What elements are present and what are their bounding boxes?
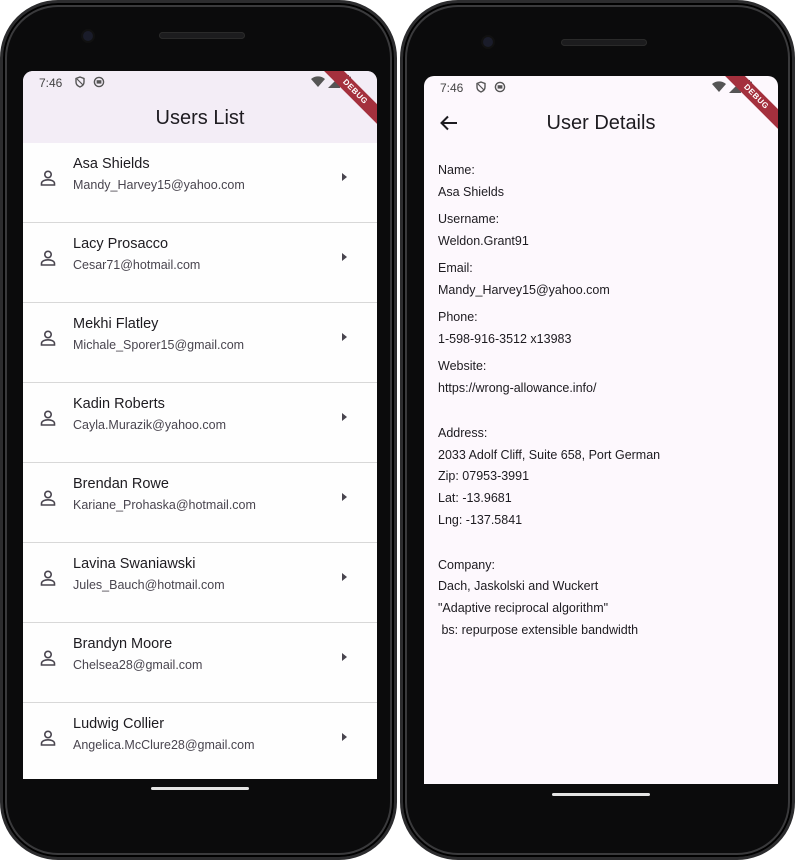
shield-status-icon	[476, 81, 486, 93]
earpiece-speaker	[561, 39, 647, 46]
user-email: Cayla.Murazik@yahoo.com	[73, 418, 227, 432]
person-outline-icon	[40, 650, 56, 666]
arrow-right-icon	[342, 253, 347, 261]
app-bar: 7:46 Users List	[23, 71, 377, 143]
page-title: Users List	[155, 107, 245, 129]
person-outline-icon	[40, 170, 56, 186]
phone-value: 1-598-916-3512 x13983	[438, 332, 572, 346]
arrow-right-icon	[342, 573, 347, 581]
user-email: Angelica.McClure28@gmail.com	[73, 738, 255, 752]
username-label: Username:	[438, 212, 500, 226]
users-list-screen: 7:46 Users List DEBUG Asa Shields Mandy_…	[23, 71, 377, 779]
user-list-item[interactable]: Brandyn Moore Chelsea28@gmail.com	[23, 623, 377, 703]
status-bar: 7:46	[23, 71, 377, 95]
email-label: Email:	[438, 261, 473, 275]
website-value: https://wrong-allowance.info/	[438, 381, 597, 395]
user-email: Chelsea28@gmail.com	[73, 658, 203, 672]
user-list-item[interactable]: Lacy Prosacco Cesar71@hotmail.com	[23, 223, 377, 303]
person-outline-icon	[40, 490, 56, 506]
shield-status-icon	[75, 76, 85, 88]
user-name: Ludwig Collier	[73, 716, 165, 732]
wifi-icon	[311, 76, 325, 87]
address-lat: Lat: -13.9681	[438, 491, 512, 505]
earpiece-speaker	[159, 32, 245, 39]
user-name: Lavina Swaniawski	[73, 556, 196, 572]
company-catchphrase: "Adaptive reciprocal algorithm"	[438, 601, 609, 615]
user-name: Brendan Rowe	[73, 476, 169, 492]
user-email: Mandy_Harvey15@yahoo.com	[73, 178, 245, 192]
user-email: Michale_Sporer15@gmail.com	[73, 338, 245, 352]
user-details-screen: 7:46 DEBUG User Details Name: Asa Shield…	[424, 76, 778, 784]
user-list-item[interactable]: Lavina Swaniawski Jules_Bauch@hotmail.co…	[23, 543, 377, 623]
user-email: Jules_Bauch@hotmail.com	[73, 578, 225, 592]
user-list-item[interactable]: Kadin Roberts Cayla.Murazik@yahoo.com	[23, 383, 377, 463]
address-lng: Lng: -137.5841	[438, 513, 523, 527]
user-name: Mekhi Flatley	[73, 316, 159, 332]
company-label: Company:	[438, 558, 495, 572]
address-zip: Zip: 07953-3991	[438, 469, 530, 483]
wifi-icon	[712, 81, 726, 92]
sim-status-icon	[494, 81, 506, 93]
website-label: Website:	[438, 359, 487, 373]
user-name: Kadin Roberts	[73, 396, 165, 412]
name-label: Name:	[438, 163, 475, 177]
page-title: User Details	[546, 112, 656, 134]
user-email: Cesar71@hotmail.com	[73, 258, 201, 272]
user-email: Kariane_Prohaska@hotmail.com	[73, 498, 256, 512]
front-camera	[83, 31, 93, 41]
address-label: Address:	[438, 426, 488, 440]
username-value: Weldon.Grant91	[438, 234, 529, 248]
sim-status-icon	[93, 76, 105, 88]
arrow-right-icon	[342, 333, 347, 341]
app-bar: User Details	[424, 100, 778, 148]
status-bar: 7:46	[424, 76, 778, 100]
arrow-right-icon	[342, 653, 347, 661]
user-name: Brandyn Moore	[73, 636, 173, 652]
arrow-right-icon	[342, 733, 347, 741]
email-value: Mandy_Harvey15@yahoo.com	[438, 283, 610, 297]
user-list-item[interactable]: Ludwig Collier Angelica.McClure28@gmail.…	[23, 703, 377, 779]
left-phone-frame: 7:46 Users List DEBUG Asa Shields Mandy_…	[0, 0, 397, 860]
person-outline-icon	[40, 250, 56, 266]
user-name: Asa Shields	[73, 156, 150, 172]
phone-label: Phone:	[438, 310, 478, 324]
user-list-item[interactable]: Mekhi Flatley Michale_Sporer15@gmail.com	[23, 303, 377, 383]
company-name: Dach, Jaskolski and Wuckert	[438, 579, 599, 593]
status-time: 7:46	[440, 81, 464, 95]
address-street: 2033 Adolf Cliff, Suite 658, Port German	[438, 448, 661, 462]
home-indicator[interactable]	[151, 787, 249, 790]
status-time: 7:46	[39, 76, 63, 90]
arrow-right-icon	[342, 173, 347, 181]
name-value: Asa Shields	[438, 185, 505, 199]
user-list-item[interactable]: Asa Shields Mandy_Harvey15@yahoo.com	[23, 143, 377, 223]
person-outline-icon	[40, 330, 56, 346]
person-outline-icon	[40, 730, 56, 746]
arrow-right-icon	[342, 413, 347, 421]
person-outline-icon	[40, 570, 56, 586]
users-list: Asa Shields Mandy_Harvey15@yahoo.com Lac…	[23, 143, 377, 779]
home-indicator[interactable]	[552, 793, 650, 796]
person-outline-icon	[40, 410, 56, 426]
user-name: Lacy Prosacco	[73, 236, 169, 252]
front-camera	[483, 37, 493, 47]
arrow-right-icon	[342, 493, 347, 501]
user-list-item[interactable]: Brendan Rowe Kariane_Prohaska@hotmail.co…	[23, 463, 377, 543]
company-bs: bs: repurpose extensible bandwidth	[438, 623, 639, 637]
right-phone-frame: 7:46 DEBUG User Details Name: Asa Shield…	[400, 0, 795, 860]
